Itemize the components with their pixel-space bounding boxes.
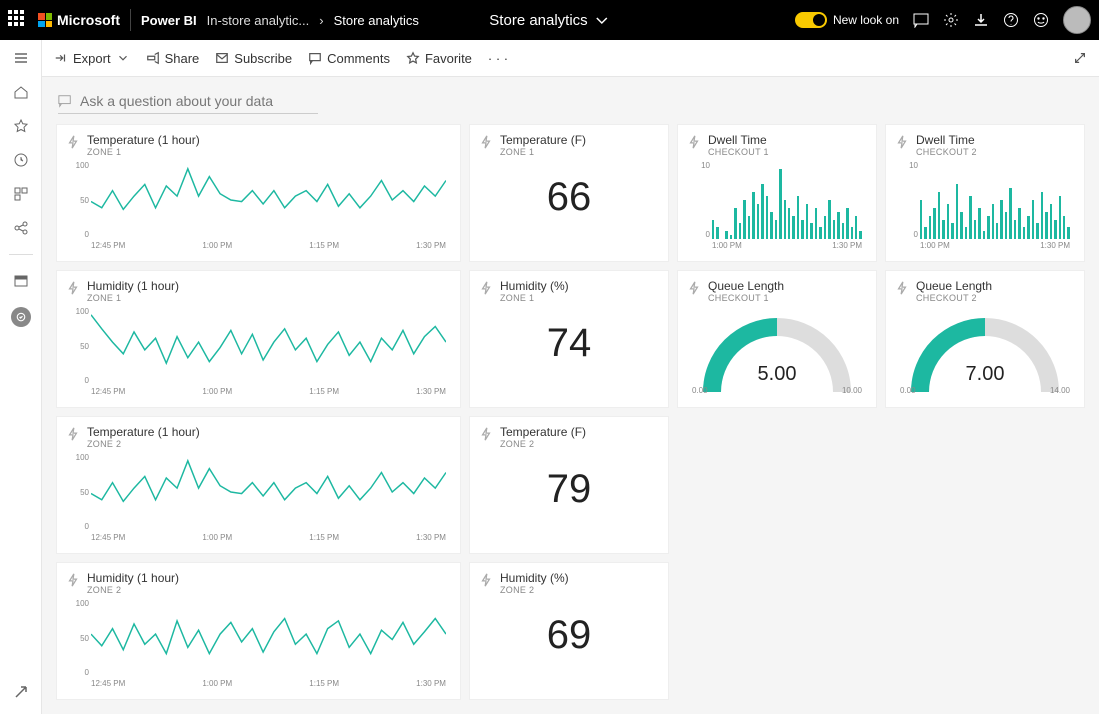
card-hum2[interactable]: Humidity (1 hour)ZONE 2 100500 12:45 PM1… [56,562,461,700]
new-look-label: New look on [833,13,899,27]
comments-button[interactable]: Comments [308,51,390,66]
breadcrumb-1[interactable]: In-store analytic... [207,13,310,28]
microsoft-logo: Microsoft [38,12,120,28]
get-data-icon[interactable] [13,684,29,700]
card-dwell1[interactable]: Dwell TimeCHECKOUT 1 100 1:00 PM1:30 PM [677,124,877,262]
product-name[interactable]: Power BI [141,13,197,28]
share-button[interactable]: Share [146,51,200,66]
star-icon[interactable] [13,118,29,134]
card-temp1[interactable]: Temperature (1 hour)ZONE 1 100500 12:45 … [56,124,461,262]
card-humP1[interactable]: Humidity (%)ZONE 1 74 [469,270,669,408]
chat-icon[interactable] [913,12,929,28]
avatar[interactable] [1063,6,1091,34]
card-dwell2[interactable]: Dwell TimeCHECKOUT 2 100 1:00 PM1:30 PM [885,124,1085,262]
home-icon[interactable] [13,84,29,100]
divider [130,9,131,31]
qna-bar: Ask a question about your data [42,77,1099,120]
new-look-toggle[interactable]: New look on [795,12,899,28]
gear-icon[interactable] [943,12,959,28]
card-queue1[interactable]: Queue LengthCHECKOUT 1 5.00 0.0010.00 [677,270,877,408]
value-tempF1: 66 [480,175,658,220]
qna-input[interactable]: Ask a question about your data [58,89,318,114]
command-bar: Export Share Subscribe Comments Favorite… [42,40,1099,77]
fullscreen-icon[interactable] [1073,51,1087,65]
value-tempF2: 79 [480,467,658,512]
card-tempF2[interactable]: Temperature (F)ZONE 2 79 [469,416,669,554]
share-icon[interactable] [13,220,29,236]
apps-icon[interactable] [13,186,29,202]
subscribe-button[interactable]: Subscribe [215,51,292,66]
microsoft-label: Microsoft [57,12,120,28]
app-launcher-icon[interactable] [8,10,28,30]
chevron-down-icon [116,51,130,65]
hamburger-icon[interactable] [13,50,29,66]
card-humP2[interactable]: Humidity (%)ZONE 2 69 [469,562,669,700]
chevron-down-icon [594,12,610,28]
help-icon[interactable] [1003,12,1019,28]
dashboard-grid: Temperature (1 hour)ZONE 1 100500 12:45 … [42,120,1099,714]
chevron-right-icon: › [319,13,323,28]
export-button[interactable]: Export [54,51,130,66]
workspace-icon[interactable] [13,273,29,289]
value-humP1: 74 [480,321,658,366]
download-icon[interactable] [973,12,989,28]
app-badge-icon[interactable] [11,307,31,327]
left-nav [0,40,42,714]
page-title: Store analytics [489,12,587,29]
card-tempF1[interactable]: Temperature (F)ZONE 1 66 [469,124,669,262]
clock-icon[interactable] [13,152,29,168]
page-title-dropdown[interactable]: Store analytics [489,12,609,29]
top-header: Microsoft Power BI In-store analytic... … [0,0,1099,40]
more-button[interactable]: · · · [488,51,508,66]
value-humP2: 69 [480,613,658,658]
card-temp2[interactable]: Temperature (1 hour)ZONE 2 100500 12:45 … [56,416,461,554]
qna-placeholder: Ask a question about your data [80,93,273,109]
smile-icon[interactable] [1033,12,1049,28]
card-hum1[interactable]: Humidity (1 hour)ZONE 1 100500 12:45 PM1… [56,270,461,408]
favorite-button[interactable]: Favorite [406,51,472,66]
breadcrumb-2[interactable]: Store analytics [334,13,419,28]
card-queue2[interactable]: Queue LengthCHECKOUT 2 7.00 0.0014.00 [885,270,1085,408]
chat-icon [58,94,72,108]
